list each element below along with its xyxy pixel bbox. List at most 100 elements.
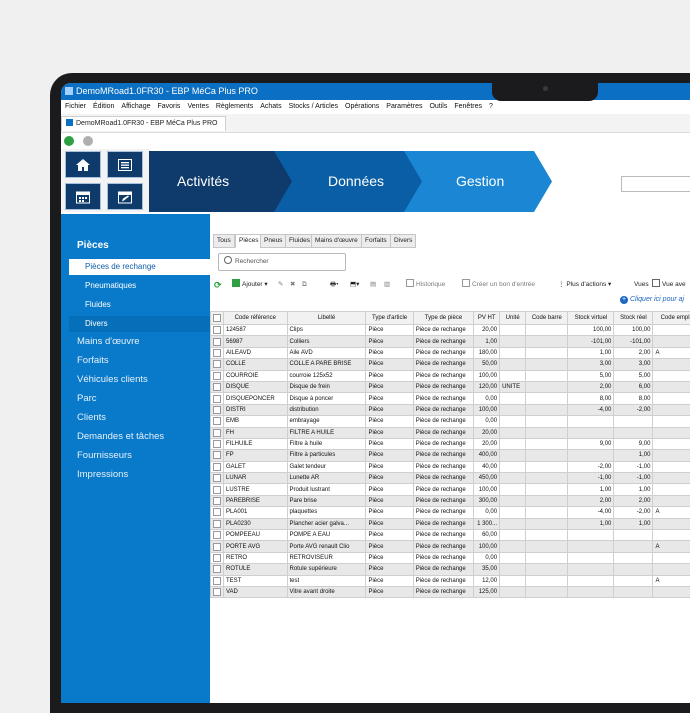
more-actions-button[interactable]: ⋮ Plus d'actions ▾	[558, 278, 611, 292]
calendar-edit-icon[interactable]	[107, 183, 143, 210]
menu-item[interactable]: Ventes	[187, 103, 208, 110]
row-checkbox[interactable]	[211, 427, 224, 438]
column-header[interactable]: Unité	[500, 312, 526, 325]
table-row[interactable]: PAREBRISEPare brisePiècePièce de rechang…	[211, 495, 690, 506]
history-button[interactable]: Historique	[406, 278, 445, 292]
table-row[interactable]: EMBembrayagePiècePièce de rechange0,00	[211, 416, 690, 427]
menu-item[interactable]: Fenêtres	[454, 103, 482, 110]
menu-item[interactable]: Règlements	[216, 103, 253, 110]
views-button[interactable]: Vues	[634, 278, 649, 292]
column-header[interactable]: Code empla	[653, 312, 690, 325]
sidebar-item-fournisseurs[interactable]: Fournisseurs	[77, 450, 132, 461]
column-header[interactable]: Code référence	[224, 312, 288, 325]
table-row[interactable]: POMPEEAUPOMPE A EAUPiècePièce de rechang…	[211, 530, 690, 541]
sidebar-subitem-divers[interactable]: Divers	[69, 316, 210, 332]
row-checkbox[interactable]	[211, 461, 224, 472]
table-row[interactable]: COLLECOLLE A PARE BRISEPiècePièce de rec…	[211, 359, 690, 370]
row-checkbox[interactable]	[211, 450, 224, 461]
row-checkbox[interactable]	[211, 473, 224, 484]
row-checkbox[interactable]	[211, 507, 224, 518]
table-row[interactable]: LUSTREProduit lustrantPiècePièce de rech…	[211, 484, 690, 495]
menu-item[interactable]: Stocks / Articles	[289, 103, 338, 110]
tab-mains-oeuvre[interactable]: Mains d'œuvre	[311, 234, 362, 248]
column-header[interactable]: Stock virtuel	[568, 312, 614, 325]
column-header[interactable]: Type d'article	[366, 312, 413, 325]
table-row[interactable]: DISTRIdistributionPiècePièce de rechange…	[211, 404, 690, 415]
table-row[interactable]: VADVitre avant droitePiècePièce de recha…	[211, 586, 690, 597]
menu-item[interactable]: ?	[489, 103, 493, 110]
tab-pneus[interactable]: Pneus	[260, 234, 286, 248]
table-row[interactable]: PORTE AVGPorte AVG renault ClioPiècePièc…	[211, 541, 690, 552]
table-row[interactable]: FPFiltre à particulesPiècePièce de recha…	[211, 450, 690, 461]
sidebar-item-vehicules[interactable]: Véhicules clients	[77, 374, 148, 385]
table-row[interactable]: DISQUEPONCERDisque à poncerPiècePièce de…	[211, 393, 690, 404]
row-checkbox[interactable]	[211, 530, 224, 541]
tab-pieces[interactable]: Pièces	[235, 234, 263, 248]
forward-icon[interactable]	[83, 136, 93, 146]
row-checkbox[interactable]	[211, 416, 224, 427]
menu-item[interactable]: Édition	[93, 103, 114, 110]
table-row[interactable]: TESTtestPiècePièce de rechange12,00A	[211, 575, 690, 586]
tab-divers[interactable]: Divers	[390, 234, 416, 248]
table-row[interactable]: 56987ColliersPiècePièce de rechange1,00-…	[211, 336, 690, 347]
table-row[interactable]: RETRORETROVISEURPiècePièce de rechange0,…	[211, 552, 690, 563]
tab-forfaits[interactable]: Forfaits	[361, 234, 391, 248]
table-row[interactable]: ROTULERotule supérieurePiècePièce de rec…	[211, 564, 690, 575]
edit-icon[interactable]: ✎	[278, 278, 283, 292]
delete-icon[interactable]: ✖	[290, 278, 295, 292]
tab-tous[interactable]: Tous	[213, 234, 235, 248]
row-checkbox[interactable]	[211, 541, 224, 552]
menu-item[interactable]: Achats	[260, 103, 281, 110]
column-header[interactable]: Libellé	[287, 312, 366, 325]
sidebar-item-clients[interactable]: Clients	[77, 412, 106, 423]
row-checkbox[interactable]	[211, 438, 224, 449]
print-icon[interactable]: 🖶▾	[330, 278, 339, 292]
select-all-checkbox[interactable]	[211, 312, 224, 325]
column-header[interactable]: Code barre	[526, 312, 568, 325]
table-row[interactable]: GALETGalet tendeurPiècePièce de rechange…	[211, 461, 690, 472]
row-checkbox[interactable]	[211, 370, 224, 381]
row-checkbox[interactable]	[211, 495, 224, 506]
row-checkbox[interactable]	[211, 393, 224, 404]
sidebar-item-forfaits[interactable]: Forfaits	[77, 355, 109, 366]
table-row[interactable]: FILHUILEFiltre à huilePiècePièce de rech…	[211, 438, 690, 449]
table-row[interactable]: COURROIEcourroie 125x52PiècePièce de rec…	[211, 370, 690, 381]
column-header[interactable]: Type de pièce	[413, 312, 474, 325]
row-checkbox[interactable]	[211, 564, 224, 575]
tab-fluides[interactable]: Fluides	[285, 234, 314, 248]
copy-icon[interactable]: ⧉	[302, 278, 307, 292]
row-checkbox[interactable]	[211, 586, 224, 597]
table-row[interactable]: 124587ClipsPiècePièce de rechange20,0010…	[211, 325, 690, 336]
row-checkbox[interactable]	[211, 404, 224, 415]
row-checkbox[interactable]	[211, 359, 224, 370]
menu-item[interactable]: Outils	[429, 103, 447, 110]
list-icon[interactable]	[107, 151, 143, 178]
global-search-input[interactable]	[621, 176, 690, 192]
menu-item[interactable]: Favoris	[157, 103, 180, 110]
sidebar-subitem-pieces-rechange[interactable]: Pièces de rechange	[69, 259, 210, 275]
column-header[interactable]: PV HT	[474, 312, 500, 325]
table-row[interactable]: FHFILTRE A HUILEPiècePièce de rechange20…	[211, 427, 690, 438]
sidebar-item-demandes[interactable]: Demandes et tâches	[77, 431, 164, 442]
add-column-link[interactable]: +Cliquer ici pour aj	[620, 296, 684, 304]
table-row[interactable]: LUNARLunette ARPiècePièce de rechange450…	[211, 473, 690, 484]
menu-item[interactable]: Paramètres	[386, 103, 422, 110]
sidebar-item-mains-oeuvre[interactable]: Mains d'œuvre	[77, 336, 140, 347]
back-icon[interactable]	[64, 136, 74, 146]
table-row[interactable]: AILEAVDAile AVDPiècePièce de rechange180…	[211, 347, 690, 358]
table-row[interactable]: PLA001plaquettesPiècePièce de rechange0,…	[211, 507, 690, 518]
table-row[interactable]: PLA0230Plancher acier galva...PiècePièce…	[211, 518, 690, 529]
document-icon[interactable]: ▤	[370, 278, 376, 292]
calendar-icon[interactable]	[65, 183, 101, 210]
row-checkbox[interactable]	[211, 575, 224, 586]
view-select[interactable]: Vue ave	[652, 278, 686, 292]
add-button[interactable]: Ajouter ▾	[232, 278, 268, 292]
row-checkbox[interactable]	[211, 552, 224, 563]
home-icon[interactable]	[65, 151, 101, 178]
row-checkbox[interactable]	[211, 484, 224, 495]
sidebar-subitem-fluides[interactable]: Fluides	[69, 297, 210, 313]
create-entry-button[interactable]: Créer un bon d'entrée	[462, 278, 535, 292]
row-checkbox[interactable]	[211, 347, 224, 358]
sidebar-subitem-pneumatiques[interactable]: Pneumatiques	[69, 278, 210, 294]
document-tab[interactable]: DemoMRoad1.0FR30 - EBP MéCa Plus PRO	[61, 116, 226, 131]
